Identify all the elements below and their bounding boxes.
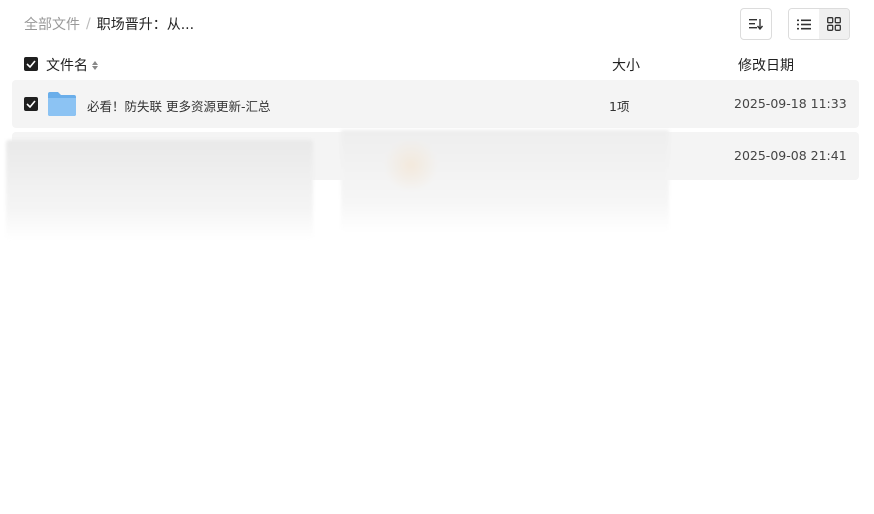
breadcrumb-current: 职场晋升：从... <box>96 17 195 33</box>
column-header-date[interactable]: 修改日期 <box>738 55 794 75</box>
breadcrumb-separator: / <box>86 16 91 32</box>
list-view-icon <box>797 19 811 29</box>
breadcrumb: 全部文件 / 职场晋升：从... <box>24 14 194 34</box>
breadcrumb-root-link[interactable]: 全部文件 <box>24 14 80 34</box>
sort-arrows-icon <box>92 60 98 70</box>
file-date: 2025-09-08 21:41 <box>734 148 847 163</box>
redacted-blur-area <box>6 140 313 240</box>
grid-view-icon <box>827 17 841 31</box>
file-date: 2025-09-18 11:33 <box>734 96 847 111</box>
file-name[interactable]: 必看！防失联 更多资源更新-汇总 <box>87 96 271 115</box>
column-header-name-label: 文件名 <box>46 58 88 74</box>
select-all-checkbox[interactable] <box>24 57 38 71</box>
redacted-blur-area <box>341 130 669 232</box>
sort-icon <box>749 19 763 30</box>
column-header-size[interactable]: 大小 <box>612 55 640 75</box>
check-icon <box>26 60 36 68</box>
list-view-button[interactable] <box>789 9 819 39</box>
sort-button[interactable] <box>740 8 772 40</box>
folder-icon <box>48 92 76 116</box>
grid-view-button[interactable] <box>819 9 849 39</box>
check-icon <box>26 100 36 108</box>
file-size: 1项 <box>609 99 630 114</box>
table-row[interactable]: 必看！防失联 更多资源更新-汇总 1项 2025-09-18 11:33 <box>12 80 859 128</box>
toolbar <box>740 8 850 40</box>
table-header: 文件名 大小 修改日期 <box>12 52 859 76</box>
row-checkbox[interactable] <box>24 97 38 111</box>
column-header-name[interactable]: 文件名 <box>46 55 98 75</box>
view-toggle <box>788 8 850 40</box>
